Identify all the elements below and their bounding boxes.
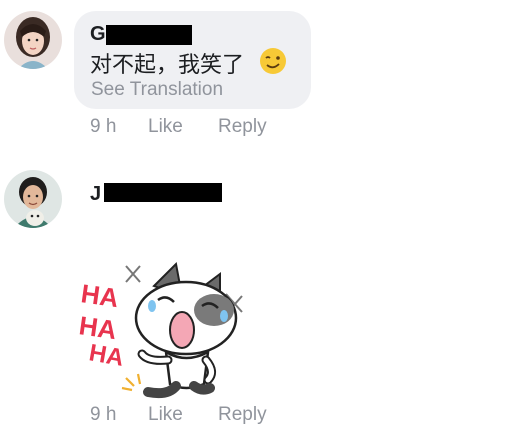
like-button[interactable]: Like: [148, 404, 183, 426]
comment-text: 对不起，我笑了: [90, 53, 245, 78]
wink-emoji-icon: [258, 46, 288, 76]
avatar-commenter-2[interactable]: [4, 170, 62, 228]
sticker-ha-3: HA: [87, 339, 126, 372]
timestamp: 9 h: [90, 404, 117, 425]
commenter-name[interactable]: G: [90, 23, 106, 46]
sticker-ha-1: HA: [79, 278, 121, 313]
redacted-name-bar: [104, 183, 222, 202]
redacted-name-bar: [106, 25, 192, 45]
commenter-name[interactable]: J: [90, 183, 101, 206]
avatar-commenter-1[interactable]: [4, 11, 62, 69]
comment-meta-2: 9 h: [90, 404, 116, 426]
see-translation-link[interactable]: See Translation: [91, 79, 223, 101]
reply-button[interactable]: Reply: [218, 116, 267, 138]
like-button[interactable]: Like: [148, 116, 183, 138]
comment-meta-1: 9 h: [90, 116, 116, 138]
reply-button[interactable]: Reply: [218, 404, 267, 426]
timestamp: 9 h: [90, 116, 117, 137]
laughing-cat-sticker[interactable]: HA HA HA: [76, 260, 256, 405]
